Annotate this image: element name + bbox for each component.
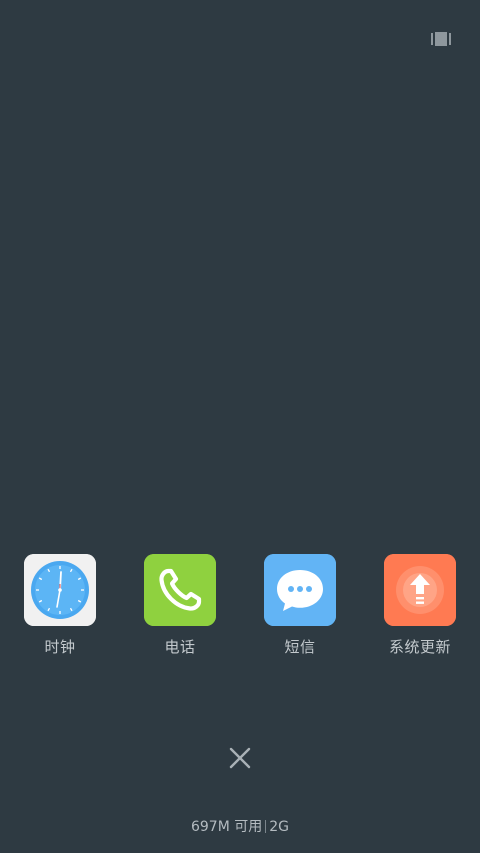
app-label-messages: 短信 (284, 638, 316, 656)
recent-apps-row: 时钟 电话 短信 系统更新 (0, 554, 480, 664)
memory-status: 697M 可用 2G (0, 816, 480, 836)
app-system-update[interactable]: 系统更新 (360, 554, 480, 664)
card-view-icon[interactable] (431, 31, 451, 46)
clock-icon (24, 554, 96, 626)
memory-divider (265, 820, 267, 833)
app-messages[interactable]: 短信 (240, 554, 360, 664)
app-label-system-update: 系统更新 (388, 638, 451, 656)
message-icon (264, 554, 336, 626)
memory-total: 2G (269, 819, 290, 835)
system-update-icon (384, 554, 456, 626)
phone-icon (144, 554, 216, 626)
app-clock[interactable]: 时钟 (0, 554, 120, 664)
app-phone[interactable]: 电话 (120, 554, 240, 664)
memory-available: 697M 可用 (190, 819, 263, 835)
app-label-phone: 电话 (164, 638, 196, 656)
app-label-clock: 时钟 (44, 638, 76, 656)
close-icon[interactable] (226, 744, 254, 772)
